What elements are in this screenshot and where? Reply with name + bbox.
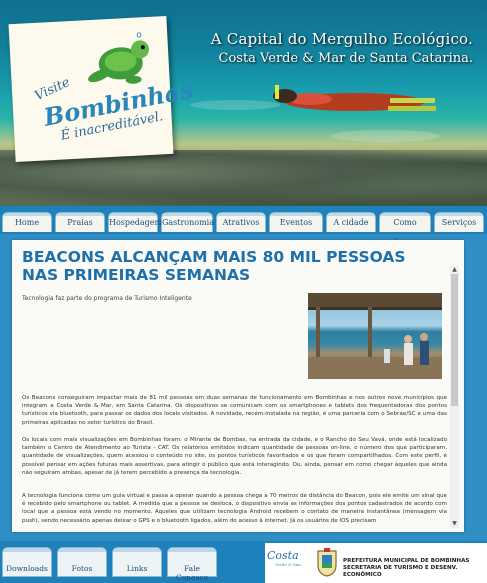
article-panel: BEACONS ALCANÇAM MAIS 80 MIL PESSOAS NAS… [12, 240, 464, 532]
scroll-down-arrow-icon[interactable]: ▼ [450, 520, 459, 528]
scroll-up-arrow-icon[interactable]: ▲ [450, 266, 459, 274]
prefeitura-text: PREFEITURA MUNICIPAL DE BOMBINHAS SECRET… [343, 558, 487, 579]
article-subtitle: Tecnologia faz parte do programa de Turi… [22, 295, 192, 302]
footer-link-downloads[interactable]: Downloads [2, 547, 52, 577]
footer-link-fotos[interactable]: Fotos [57, 547, 107, 577]
costa-verde-mar-logo[interactable]: Costa Verde & Mar [267, 549, 301, 567]
hero-headline: A Capital do Mergulho Ecológico. Costa V… [211, 30, 473, 66]
article-photo [308, 293, 442, 379]
article-paragraph: Os Beacons conseguiram impactar mais de … [22, 395, 447, 426]
main-nav: Home Praias Hospedagem Gastronomia Atrat… [0, 206, 487, 247]
article-title: BEACONS ALCANÇAM MAIS 80 MIL PESSOAS NAS… [22, 248, 406, 284]
nav-item-home[interactable]: Home [2, 212, 52, 232]
snorkeler-image [273, 85, 436, 111]
costa-logo-subtext: Verde & Mar [275, 562, 302, 567]
prefeitura-line1: PREFEITURA MUNICIPAL DE BOMBINHAS [343, 558, 470, 564]
footer-link-links[interactable]: Links [112, 547, 162, 577]
article-paragraph: A tecnologia funciona como um guia virtu… [22, 493, 447, 524]
nav-item-hospedagem[interactable]: Hospedagem [108, 212, 162, 232]
municipal-seal-icon [317, 548, 337, 577]
costa-logo-text: Costa [267, 549, 299, 562]
prefeitura-line2: SECRETARIA DE TURISMO E DESENV. ECONÔMIC… [343, 565, 458, 578]
visite-bombinhas-sign[interactable]: o Visite Bombinhas É inacreditável. [8, 15, 196, 163]
nav-item-gastronomia[interactable]: Gastronomia [161, 212, 214, 232]
headline-line1: A Capital do Mergulho Ecológico. [210, 30, 473, 48]
nav-item-atrativos[interactable]: Atrativos [216, 212, 266, 232]
water-ripple [330, 130, 440, 142]
hero-banner: o Visite Bombinhas É inacreditável. A Ca… [0, 0, 487, 206]
nav-item-servicos[interactable]: Serviços [434, 212, 484, 232]
article-scrollbar[interactable]: ▲ ▼ [450, 266, 459, 528]
nav-item-como-chegar[interactable]: Como chegar [379, 212, 431, 247]
scroll-thumb[interactable] [451, 274, 458, 406]
footer-link-fale-conosco[interactable]: Fale Conosco [167, 547, 217, 582]
turtle-mascot-icon: o [88, 30, 149, 84]
nav-item-praias[interactable]: Praias [55, 212, 105, 232]
svg-text:o: o [136, 30, 143, 40]
nav-item-eventos[interactable]: Eventos [269, 212, 323, 232]
water-ripple [190, 100, 280, 110]
footer-logos: Costa Verde & Mar PREFEITURA MUNICIPAL D… [265, 543, 487, 583]
headline-line2: Costa Verde & Mar de Santa Catarina. [218, 51, 474, 66]
article-paragraph: Os locais com mais visualizações em Bomb… [22, 437, 447, 476]
nav-item-a-cidade[interactable]: A cidade [326, 212, 376, 232]
